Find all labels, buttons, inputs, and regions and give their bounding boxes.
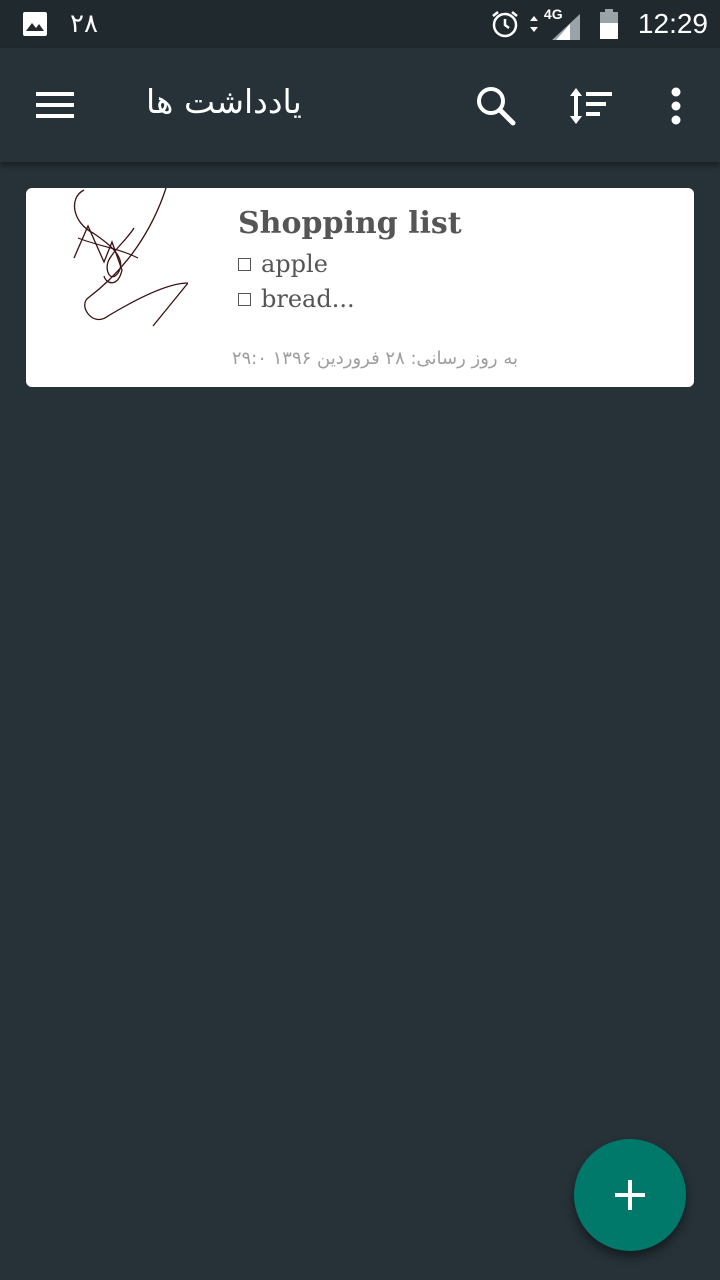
more-options-button[interactable] — [664, 84, 688, 128]
search-icon — [477, 87, 516, 126]
plus-icon — [615, 1180, 645, 1210]
more-vert-icon — [671, 87, 681, 125]
checkbox-icon — [238, 257, 251, 271]
battery-icon — [599, 9, 618, 39]
status-time: 12:29 — [637, 8, 708, 39]
signal-icon — [551, 14, 580, 40]
add-note-button[interactable] — [574, 1139, 686, 1251]
note-title: Shopping list — [238, 206, 462, 241]
note-card[interactable]: Shopping list apple bread... به روز رسان… — [26, 188, 694, 387]
page-title: یادداشت ها — [146, 82, 302, 121]
notification-count: ۲۸ — [70, 9, 98, 39]
sort-button[interactable] — [566, 84, 616, 128]
image-notification-icon — [23, 12, 47, 36]
checklist-item: apple — [238, 250, 328, 278]
sort-icon — [570, 88, 612, 124]
app-bar: یادداشت ها — [0, 48, 720, 162]
checklist-item-label: apple — [261, 250, 328, 278]
checklist-item-label: bread... — [261, 285, 355, 313]
menu-button[interactable] — [36, 90, 76, 120]
checkbox-icon — [238, 292, 251, 306]
status-bar: ۲۸ 4G 12:29 — [0, 0, 720, 48]
checklist-item: bread... — [238, 285, 355, 313]
note-updated-date: به روز رسانی: ۲۸ فروردین ۱۳۹۶ ۲۹:۰ — [231, 348, 518, 369]
search-button[interactable] — [474, 84, 518, 128]
alarm-icon — [492, 11, 518, 38]
data-arrows-icon — [529, 16, 538, 32]
menu-icon — [36, 92, 74, 118]
sketch-thumbnail — [73, 188, 188, 327]
